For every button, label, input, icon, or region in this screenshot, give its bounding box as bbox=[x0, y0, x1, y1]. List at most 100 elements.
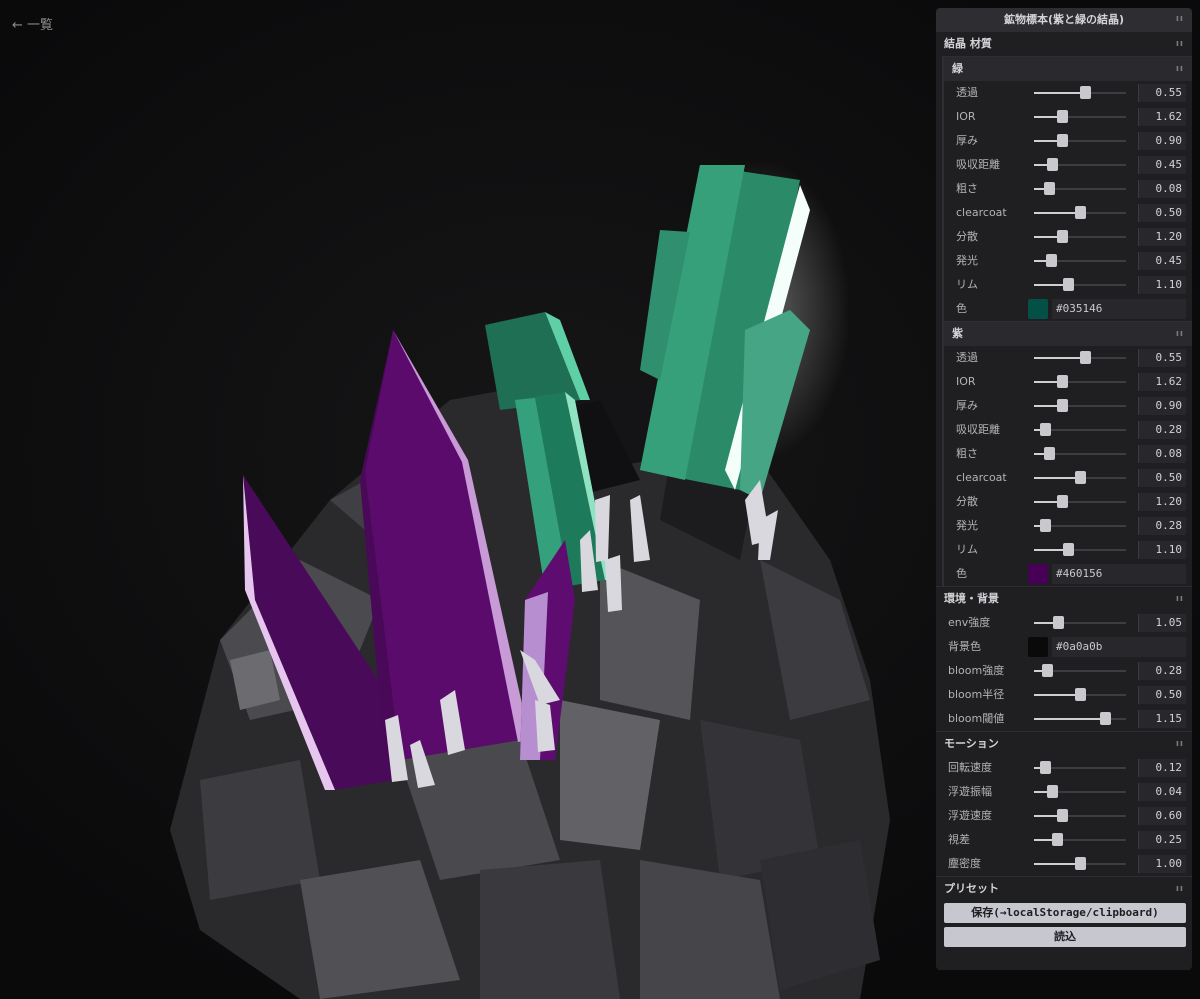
number-input[interactable]: 0.28 bbox=[1138, 421, 1186, 439]
collapse-icon[interactable]: ıı bbox=[1176, 877, 1184, 901]
save-preset-button[interactable]: 保存(→localStorage/clipboard) bbox=[944, 903, 1186, 923]
number-input[interactable]: 0.50 bbox=[1138, 469, 1186, 487]
number-input[interactable]: 0.12 bbox=[1138, 759, 1186, 777]
slider-track[interactable] bbox=[1034, 230, 1126, 243]
panel-title[interactable]: 鉱物標本(紫と緑の結晶) ıı bbox=[936, 8, 1192, 31]
slider-handle[interactable] bbox=[1052, 616, 1064, 629]
number-input[interactable]: 0.28 bbox=[1138, 662, 1186, 680]
slider-track[interactable] bbox=[1034, 110, 1126, 123]
color-swatch[interactable] bbox=[1028, 299, 1048, 319]
slider-handle[interactable] bbox=[1063, 278, 1075, 291]
number-input[interactable]: 1.10 bbox=[1138, 541, 1186, 559]
load-preset-button[interactable]: 読込 bbox=[944, 927, 1186, 947]
slider-track[interactable] bbox=[1034, 833, 1126, 846]
slider-track[interactable] bbox=[1034, 447, 1126, 460]
number-input[interactable]: 1.20 bbox=[1138, 493, 1186, 511]
slider-track[interactable] bbox=[1034, 519, 1126, 532]
number-input[interactable]: 1.10 bbox=[1138, 276, 1186, 294]
folder-header-purple[interactable]: 紫 ıı bbox=[944, 321, 1192, 346]
collapse-icon[interactable]: ıı bbox=[1176, 732, 1184, 756]
slider-track[interactable] bbox=[1034, 86, 1126, 99]
number-input[interactable]: 0.08 bbox=[1138, 180, 1186, 198]
color-value-input[interactable]: #035146 bbox=[1052, 299, 1186, 319]
slider-track[interactable] bbox=[1034, 206, 1126, 219]
slider-track[interactable] bbox=[1034, 158, 1126, 171]
number-input[interactable]: 1.05 bbox=[1138, 614, 1186, 632]
slider-track[interactable] bbox=[1034, 712, 1126, 725]
number-input[interactable]: 0.45 bbox=[1138, 252, 1186, 270]
slider-track[interactable] bbox=[1034, 857, 1126, 870]
number-input[interactable]: 0.25 bbox=[1138, 831, 1186, 849]
slider-handle[interactable] bbox=[1063, 543, 1075, 556]
slider-handle[interactable] bbox=[1075, 688, 1086, 701]
number-input[interactable]: 1.20 bbox=[1138, 228, 1186, 246]
slider-track[interactable] bbox=[1034, 809, 1126, 822]
slider-handle[interactable] bbox=[1079, 351, 1091, 364]
slider-handle[interactable] bbox=[1075, 857, 1086, 870]
slider-track[interactable] bbox=[1034, 375, 1126, 388]
folder-header-green[interactable]: 緑 ıı bbox=[944, 56, 1192, 81]
collapse-icon[interactable]: ıı bbox=[1176, 8, 1184, 31]
number-input[interactable]: 0.04 bbox=[1138, 783, 1186, 801]
slider-handle[interactable] bbox=[1056, 495, 1068, 508]
slider-handle[interactable] bbox=[1040, 519, 1052, 532]
number-input[interactable]: 0.55 bbox=[1138, 349, 1186, 367]
number-input[interactable]: 0.50 bbox=[1138, 686, 1186, 704]
slider-handle[interactable] bbox=[1040, 423, 1052, 436]
number-input[interactable]: 0.50 bbox=[1138, 204, 1186, 222]
number-input[interactable]: 1.00 bbox=[1138, 855, 1186, 873]
slider-track[interactable] bbox=[1034, 495, 1126, 508]
folder-header-environment[interactable]: 環境・背景 ıı bbox=[936, 586, 1192, 611]
slider-handle[interactable] bbox=[1047, 158, 1059, 171]
number-input[interactable]: 1.15 bbox=[1138, 710, 1186, 728]
collapse-icon[interactable]: ıı bbox=[1176, 57, 1184, 81]
back-to-list-link[interactable]: ← 一覧 bbox=[12, 14, 53, 33]
slider-track[interactable] bbox=[1034, 761, 1126, 774]
slider-track[interactable] bbox=[1034, 785, 1126, 798]
slider-handle[interactable] bbox=[1056, 230, 1068, 243]
slider-handle[interactable] bbox=[1056, 399, 1068, 412]
slider-track[interactable] bbox=[1034, 254, 1126, 267]
slider-track[interactable] bbox=[1034, 278, 1126, 291]
number-input[interactable]: 0.90 bbox=[1138, 397, 1186, 415]
folder-header-motion[interactable]: モーション ıı bbox=[936, 731, 1192, 756]
slider-handle[interactable] bbox=[1045, 254, 1057, 267]
slider-handle[interactable] bbox=[1056, 134, 1068, 147]
slider-handle[interactable] bbox=[1052, 833, 1063, 846]
slider-handle[interactable] bbox=[1043, 182, 1055, 195]
slider-track[interactable] bbox=[1034, 688, 1126, 701]
slider-handle[interactable] bbox=[1056, 809, 1068, 822]
slider-track[interactable] bbox=[1034, 134, 1126, 147]
slider-handle[interactable] bbox=[1075, 206, 1086, 219]
color-value-input[interactable]: #460156 bbox=[1052, 564, 1186, 584]
slider-handle[interactable] bbox=[1047, 785, 1059, 798]
number-input[interactable]: 0.08 bbox=[1138, 445, 1186, 463]
slider-handle[interactable] bbox=[1075, 471, 1086, 484]
color-swatch[interactable] bbox=[1028, 564, 1048, 584]
number-input[interactable]: 1.62 bbox=[1138, 108, 1186, 126]
slider-track[interactable] bbox=[1034, 543, 1126, 556]
number-input[interactable]: 0.90 bbox=[1138, 132, 1186, 150]
slider-handle[interactable] bbox=[1056, 375, 1068, 388]
folder-header-crystal-material[interactable]: 結晶 材質 ıı bbox=[936, 31, 1192, 56]
slider-handle[interactable] bbox=[1043, 447, 1055, 460]
slider-track[interactable] bbox=[1034, 471, 1126, 484]
number-input[interactable]: 0.45 bbox=[1138, 156, 1186, 174]
number-input[interactable]: 0.60 bbox=[1138, 807, 1186, 825]
collapse-icon[interactable]: ıı bbox=[1176, 32, 1184, 56]
slider-track[interactable] bbox=[1034, 351, 1126, 364]
folder-header-preset[interactable]: プリセット ıı bbox=[936, 876, 1192, 901]
slider-handle[interactable] bbox=[1041, 664, 1053, 677]
slider-handle[interactable] bbox=[1099, 712, 1111, 725]
slider-track[interactable] bbox=[1034, 664, 1126, 677]
slider-track[interactable] bbox=[1034, 423, 1126, 436]
slider-handle[interactable] bbox=[1079, 86, 1091, 99]
color-swatch[interactable] bbox=[1028, 637, 1048, 657]
slider-track[interactable] bbox=[1034, 616, 1126, 629]
number-input[interactable]: 1.62 bbox=[1138, 373, 1186, 391]
number-input[interactable]: 0.55 bbox=[1138, 84, 1186, 102]
number-input[interactable]: 0.28 bbox=[1138, 517, 1186, 535]
slider-track[interactable] bbox=[1034, 182, 1126, 195]
slider-handle[interactable] bbox=[1040, 761, 1052, 774]
color-value-input[interactable]: #0a0a0b bbox=[1052, 637, 1186, 657]
